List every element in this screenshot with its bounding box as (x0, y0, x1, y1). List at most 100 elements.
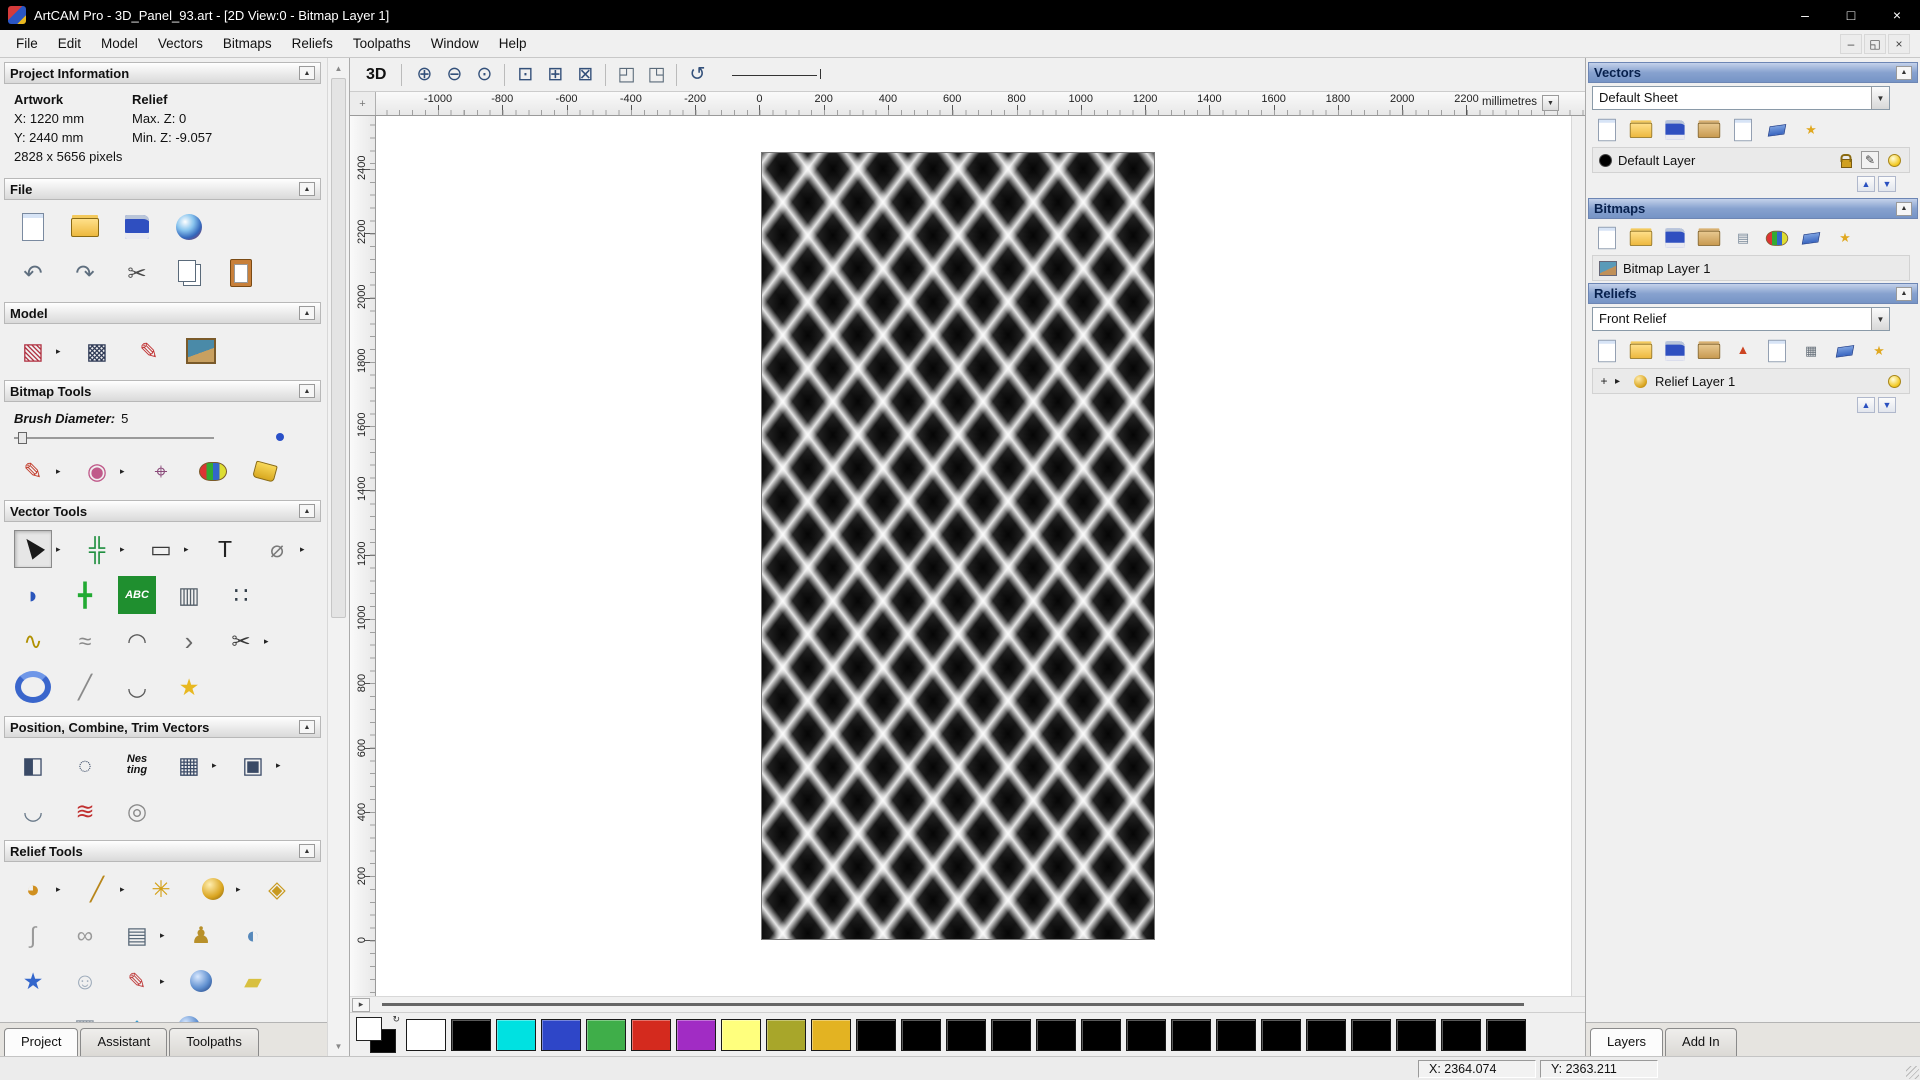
collapse-section-icon[interactable] (299, 306, 315, 320)
arc-fit-icon[interactable]: ◡ (118, 668, 156, 706)
slice-relief-icon[interactable]: ▱ (222, 1008, 260, 1023)
flyout-arrow-icon[interactable]: ▸ (300, 544, 308, 555)
flyout-arrow-icon[interactable]: ▸ (212, 760, 220, 771)
flyout-arrow-icon[interactable]: ▸ (56, 884, 64, 895)
relief-selector[interactable]: Front Relief (1592, 307, 1890, 331)
star-shape-icon[interactable]: ★ (14, 962, 52, 1000)
turn-model-icon[interactable]: ● (14, 1008, 52, 1023)
reliefs-section-header[interactable]: Reliefs (1588, 283, 1918, 304)
calculate-relief-icon[interactable]: ▲ (1732, 341, 1754, 362)
save-relief-layer-icon[interactable] (1664, 341, 1686, 362)
model-lighting-icon[interactable]: ✎ (130, 332, 168, 370)
flyout-arrow-icon[interactable]: ▸ (120, 466, 128, 477)
maximize-button[interactable]: □ (1828, 0, 1874, 30)
adjust-model-icon[interactable]: ▩ (78, 332, 116, 370)
copy-icon[interactable] (170, 254, 208, 292)
section-header-bitmap-tools[interactable]: Bitmap Tools (4, 380, 321, 402)
flyout-arrow-icon[interactable]: ▸ (120, 884, 128, 895)
block-copy-icon[interactable]: ╋ (66, 576, 104, 614)
scrollbar-thumb[interactable] (331, 78, 346, 618)
paste-along-curve-icon[interactable]: ▥ (170, 576, 208, 614)
relief-visibility-icon[interactable] (1885, 372, 1903, 390)
relief-layer-row[interactable]: Relief Layer 1 (1592, 368, 1910, 394)
section-header-position-combine-trim[interactable]: Position, Combine, Trim Vectors (4, 716, 321, 738)
colour-swatch-0[interactable] (406, 1018, 446, 1051)
menu-bitmaps[interactable]: Bitmaps (213, 30, 282, 57)
expand-relief-layer-icon[interactable] (1615, 376, 1625, 387)
section-header-file[interactable]: File (4, 178, 321, 200)
export-vectors-icon[interactable] (1732, 120, 1754, 141)
free-polyline-icon[interactable]: ≈ (66, 622, 104, 660)
horizontal-scrollbar[interactable] (350, 996, 1585, 1012)
zoom-fit-icon[interactable]: ⊞ (542, 62, 568, 88)
colour-swatch-2[interactable] (496, 1018, 536, 1051)
colour-swatch-21[interactable] (1351, 1018, 1391, 1051)
left-panel-scrollbar[interactable] (327, 58, 349, 1056)
new-bitmap-layer-icon[interactable] (1596, 228, 1618, 249)
menu-file[interactable]: File (6, 30, 48, 57)
zoom-100-icon[interactable]: ⊙ (471, 62, 497, 88)
colour-swatch-23[interactable] (1441, 1018, 1481, 1051)
colour-swatch-10[interactable] (856, 1018, 896, 1051)
transform-vectors-icon[interactable]: ╬ (78, 530, 116, 568)
sculpting-tool-icon[interactable]: ╱ (78, 870, 116, 908)
primary-colour-swatch[interactable] (356, 1016, 382, 1041)
colour-swatch-20[interactable] (1306, 1018, 1346, 1051)
open-model-icon[interactable] (66, 208, 104, 246)
tab-project[interactable]: Project (4, 1028, 79, 1056)
dome-tool-icon[interactable] (194, 870, 232, 908)
colour-swatch-4[interactable] (586, 1018, 626, 1051)
move-layer-up-icon[interactable] (1857, 176, 1875, 192)
colour-swatch-14[interactable] (1036, 1018, 1076, 1051)
next-view-icon[interactable]: ◳ (643, 62, 669, 88)
vertical-scrollbar[interactable] (1571, 116, 1585, 996)
layer-edit-icon[interactable] (1861, 151, 1879, 169)
tab-add-in[interactable]: Add In (1665, 1028, 1737, 1056)
weave-vectors-icon[interactable]: ≋ (66, 792, 104, 830)
measure-tool-icon[interactable]: ⌀ (258, 530, 296, 568)
trim-vector-icon[interactable]: ✂ (222, 622, 260, 660)
collapse-section-icon[interactable] (299, 384, 315, 398)
flyout-arrow-icon[interactable]: ▸ (276, 760, 284, 771)
paint-brush-icon[interactable]: ✎ (14, 452, 52, 490)
artwork-bitmap[interactable] (761, 152, 1155, 940)
menu-toolpaths[interactable]: Toolpaths (343, 30, 421, 57)
drape-relief-icon[interactable]: ◆ (118, 1008, 156, 1023)
merge-bitmap-layers-icon[interactable]: ▤ (1732, 228, 1754, 249)
save-model-icon[interactable] (118, 208, 156, 246)
vectors-section-header[interactable]: Vectors (1588, 62, 1918, 83)
minimize-button[interactable]: – (1782, 0, 1828, 30)
pick-colour-icon[interactable]: ⌖ (142, 452, 180, 490)
mesh-relief-icon[interactable]: ▦ (66, 1008, 104, 1023)
interactive-sculpt-icon[interactable]: ♟ (182, 916, 220, 954)
swept-profile-icon[interactable]: ✎ (118, 962, 156, 1000)
align-objects-icon[interactable]: ◧ (14, 746, 52, 784)
zoom-out-icon[interactable]: ⊖ (441, 62, 467, 88)
resize-grip[interactable] (1906, 1066, 1919, 1079)
sphere-relief-icon[interactable] (170, 1008, 208, 1022)
set-model-size-icon[interactable]: ▧ (14, 332, 52, 370)
texture-relief-icon[interactable] (182, 962, 220, 1000)
primary-secondary-colour-widget[interactable]: ↻ (354, 1014, 400, 1054)
move-layer-down-icon[interactable] (1878, 176, 1896, 192)
paint-blocks-icon[interactable]: ◉ (78, 452, 116, 490)
mdi-close-icon[interactable]: × (1888, 33, 1910, 54)
bitmap-colour-icon[interactable] (1766, 228, 1788, 249)
colour-swatch-13[interactable] (991, 1018, 1031, 1051)
menu-model[interactable]: Model (91, 30, 148, 57)
import-vectors-icon[interactable] (1698, 120, 1720, 141)
create-text-table-icon[interactable]: ABC (118, 576, 156, 614)
layer-colour-icon[interactable] (1599, 153, 1612, 167)
slider-handle[interactable] (18, 432, 27, 444)
menu-help[interactable]: Help (489, 30, 537, 57)
colour-swatch-19[interactable] (1261, 1018, 1301, 1051)
section-header-relief-tools[interactable]: Relief Tools (4, 840, 321, 862)
layer-lock-icon[interactable] (1837, 151, 1855, 169)
paste-icon[interactable] (222, 254, 260, 292)
delete-vector-layer-icon[interactable] (1766, 120, 1788, 141)
dropdown-arrow-icon[interactable] (1871, 87, 1889, 109)
celtic-knot-icon[interactable]: ∞ (66, 916, 104, 954)
relief-layers-icon[interactable]: ▤ (118, 916, 156, 954)
delete-relief-layer-icon[interactable] (1834, 341, 1856, 362)
colour-swatch-3[interactable] (541, 1018, 581, 1051)
